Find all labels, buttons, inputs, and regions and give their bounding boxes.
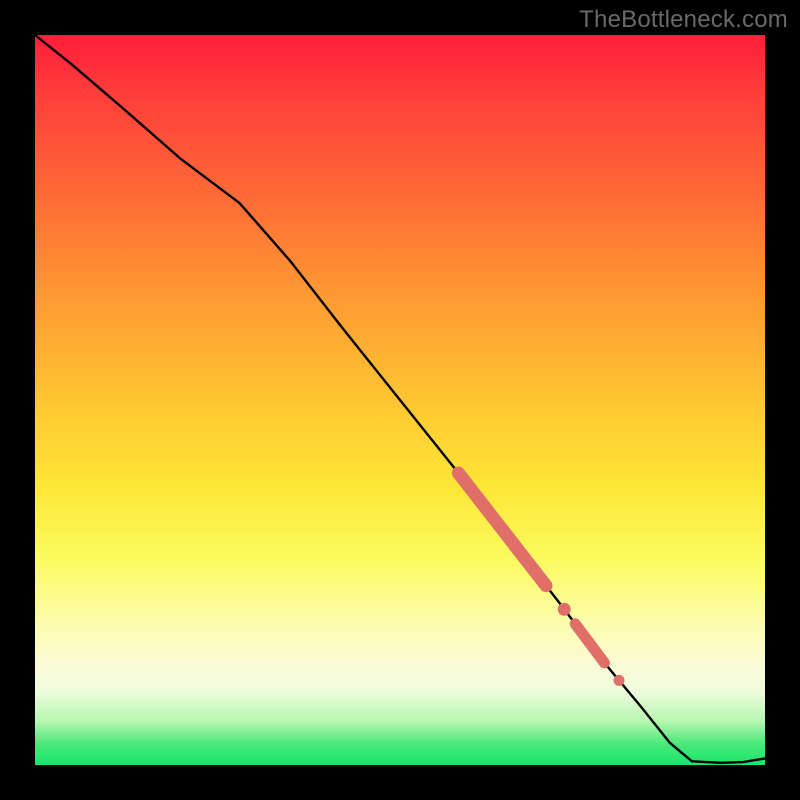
marker-dot-1 [558, 603, 571, 616]
bottleneck-curve [35, 35, 765, 763]
highlight-segment-1 [458, 473, 546, 586]
plot-area [35, 35, 765, 765]
marker-dot-2 [614, 675, 625, 686]
watermark-text: TheBottleneck.com [579, 6, 788, 34]
chart-frame: TheBottleneck.com [0, 0, 800, 800]
highlight-segment-2 [575, 624, 604, 663]
chart-svg [35, 35, 765, 765]
